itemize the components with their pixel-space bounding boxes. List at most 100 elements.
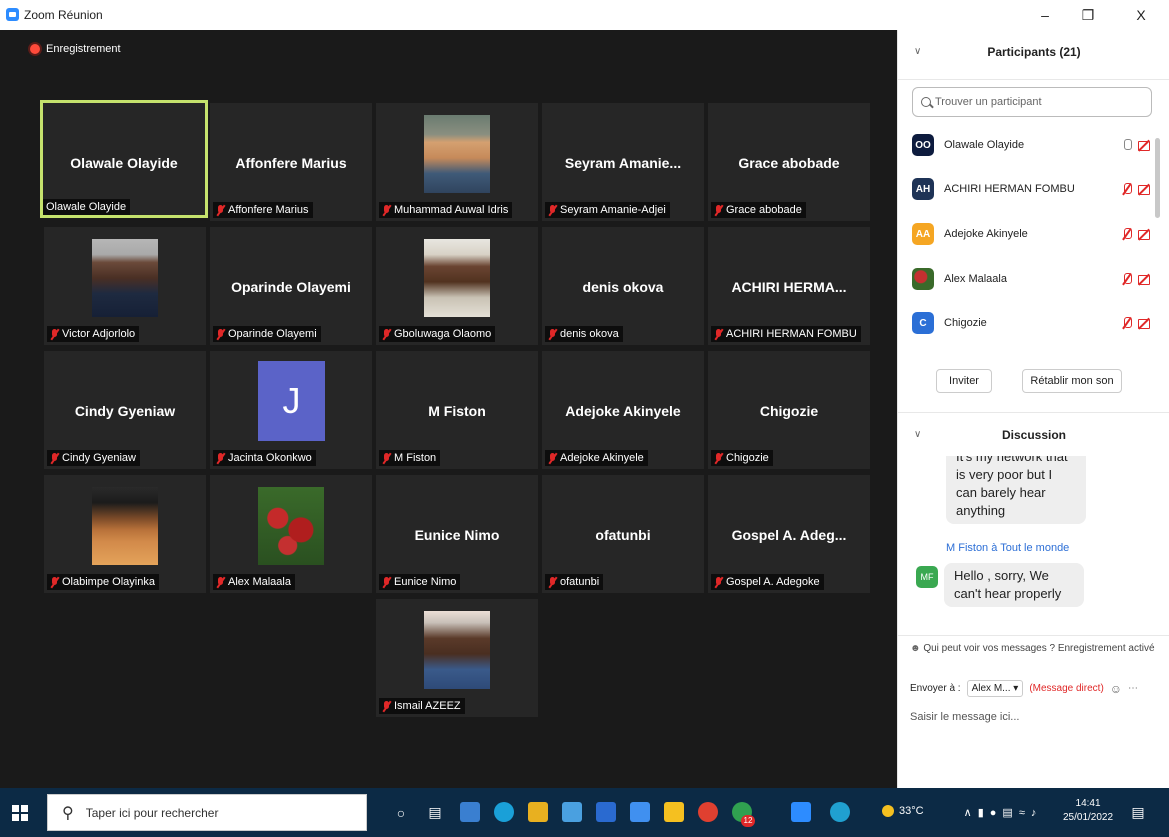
tile-name-tag: M Fiston (379, 450, 441, 466)
tile-display-name: Chigozie (759, 403, 819, 419)
tile-name-tag: Cindy Gyeniaw (47, 450, 140, 466)
tile-display-name: Affonfere Marius (235, 155, 347, 171)
help-icon[interactable] (830, 802, 850, 822)
chat-message-input[interactable]: Saisir le message ici... (910, 711, 1019, 723)
mic-muted-icon (548, 204, 557, 216)
participants-scrollbar[interactable] (1155, 138, 1160, 218)
invite-button[interactable]: Inviter (936, 369, 992, 393)
video-tile[interactable]: Affonfere Marius Affonfere Marius (210, 103, 372, 221)
participant-row[interactable]: AH ACHIRI HERMAN FOMBU (912, 174, 1152, 204)
video-tile[interactable]: ofatunbi ofatunbi (542, 475, 704, 593)
video-tile[interactable]: Seyram Amanie... Seyram Amanie-Adjei (542, 103, 704, 221)
participant-name: Olawale Olayide (944, 139, 1025, 151)
zoom-app-icon (6, 8, 19, 21)
participant-photo (424, 115, 490, 193)
notifications-icon[interactable]: ▤ (1128, 788, 1148, 837)
tile-name-tag: Adejoke Akinyele (545, 450, 648, 466)
battery-icon: ▮ (977, 807, 984, 819)
tile-name-tag: ofatunbi (545, 574, 604, 590)
message-visibility-notice[interactable]: ☻ Qui peut voir vos messages ? Enregistr… (910, 643, 1155, 654)
mic-muted-icon (714, 576, 723, 588)
video-off-icon[interactable] (1138, 274, 1152, 285)
video-tile[interactable]: Oparinde Olayemi Oparinde Olayemi (210, 227, 372, 345)
participant-name: ACHIRI HERMAN FOMBU (944, 183, 1075, 195)
video-off-icon[interactable] (1138, 140, 1152, 151)
app-icon[interactable] (596, 802, 616, 822)
video-tile[interactable]: Adejoke Akinyele Adejoke Akinyele (542, 351, 704, 469)
chat-title: Discussion (1001, 428, 1067, 442)
clock[interactable]: 14:41 25/01/2022 (1063, 797, 1113, 825)
video-tile[interactable]: J Jacinta Okonkwo (210, 351, 372, 469)
participant-photo (424, 239, 490, 317)
video-tile[interactable]: Eunice Nimo Eunice Nimo (376, 475, 538, 593)
camera-icon[interactable] (562, 802, 582, 822)
video-gallery: Enregistrement Olawale Olayide Olawale O… (0, 30, 897, 788)
video-off-icon[interactable] (1138, 229, 1152, 240)
tile-name-tag: Olawale Olayide (43, 199, 131, 215)
video-tile[interactable]: Muhammad Auwal Idris (376, 103, 538, 221)
video-tile[interactable]: Alex Malaala (210, 475, 372, 593)
tile-name-tag: Affonfere Marius (213, 202, 313, 218)
weather-widget[interactable]: 33°C (882, 805, 924, 817)
mic-muted-icon[interactable] (1122, 183, 1132, 195)
video-tile[interactable]: ACHIRI HERMA... ACHIRI HERMAN FOMBU (708, 227, 870, 345)
video-tile[interactable]: denis okova denis okova (542, 227, 704, 345)
search-placeholder: Trouver un participant (935, 96, 1042, 108)
recipient-select[interactable]: Alex M... ▾ (966, 680, 1024, 697)
participant-row[interactable]: AA Adejoke Akinyele (912, 219, 1152, 249)
more-options-icon[interactable]: ⋯ (1128, 683, 1138, 694)
video-tile[interactable]: Gospel A. Adeg... Gospel A. Adegoke (708, 475, 870, 593)
participants-title: Participants (21) (987, 45, 1081, 59)
tile-display-name: denis okova (582, 279, 664, 295)
cortana-icon[interactable]: ○ (386, 788, 416, 837)
network-icon: ▤ (1002, 807, 1013, 819)
tile-display-name: Oparinde Olayemi (231, 279, 351, 295)
video-tile[interactable]: Gboluwaga Olaomo (376, 227, 538, 345)
avatar: AA (912, 223, 934, 245)
mic-muted-icon (382, 576, 391, 588)
mic-muted-icon (382, 700, 391, 712)
tile-name-tag: Seyram Amanie-Adjei (545, 202, 670, 218)
tile-display-name: ACHIRI HERMA... (731, 279, 847, 295)
participant-row[interactable]: Alex Malaala (912, 264, 1152, 294)
mail-icon[interactable] (460, 802, 480, 822)
mic-icon[interactable] (1122, 139, 1132, 151)
maximize-button[interactable]: ❐ (1073, 4, 1103, 26)
video-tile[interactable]: Chigozie Chigozie (708, 351, 870, 469)
video-tile[interactable]: Olawale Olayide Olawale Olayide (40, 100, 208, 218)
video-tile[interactable]: M Fiston M Fiston (376, 351, 538, 469)
mic-muted-icon (548, 328, 557, 340)
video-off-icon[interactable] (1138, 184, 1152, 195)
file-explorer-icon[interactable] (528, 802, 548, 822)
zoom-icon[interactable] (791, 802, 811, 822)
search-icon: ⚲ (62, 804, 74, 822)
video-tile[interactable]: Ismail AZEEZ (376, 599, 538, 717)
system-tray[interactable]: ∧ ▮ ● ▤ ≈ ♪ (940, 788, 1060, 837)
minimize-button[interactable]: – (1030, 4, 1060, 26)
task-view-icon[interactable]: ▤ (420, 788, 450, 837)
mic-muted-icon[interactable] (1122, 317, 1132, 329)
video-tile[interactable]: Olabimpe Olayinka (44, 475, 206, 593)
chat-header: ∨ Discussion (898, 412, 1169, 454)
chrome-icon[interactable] (698, 802, 718, 822)
tile-display-name: Grace abobade (738, 155, 840, 171)
tile-display-name: Gospel A. Adeg... (731, 527, 847, 543)
video-tile[interactable]: Victor Adjorlolo (44, 227, 206, 345)
unmute-button[interactable]: Rétablir mon son (1022, 369, 1122, 393)
windows-start-icon[interactable] (0, 788, 40, 837)
video-off-icon[interactable] (1138, 318, 1152, 329)
taskbar-search-input[interactable]: ⚲ Taper ici pour rechercher (47, 794, 367, 831)
video-tile[interactable]: Cindy Gyeniaw Cindy Gyeniaw (44, 351, 206, 469)
mic-muted-icon[interactable] (1122, 273, 1132, 285)
participant-row[interactable]: OO Olawale Olayide (912, 130, 1152, 160)
mic-muted-icon[interactable] (1122, 228, 1132, 240)
app-icon[interactable] (630, 802, 650, 822)
close-button[interactable]: X (1126, 4, 1156, 26)
video-tile[interactable]: Grace abobade Grace abobade (708, 103, 870, 221)
edge-icon[interactable] (494, 802, 514, 822)
recording-indicator[interactable]: Enregistrement (30, 43, 121, 55)
sticky-notes-icon[interactable] (664, 802, 684, 822)
participant-search-input[interactable]: Trouver un participant (912, 87, 1152, 117)
emoji-icon[interactable]: ☺ (1110, 682, 1122, 696)
participant-row[interactable]: C Chigozie (912, 308, 1152, 338)
